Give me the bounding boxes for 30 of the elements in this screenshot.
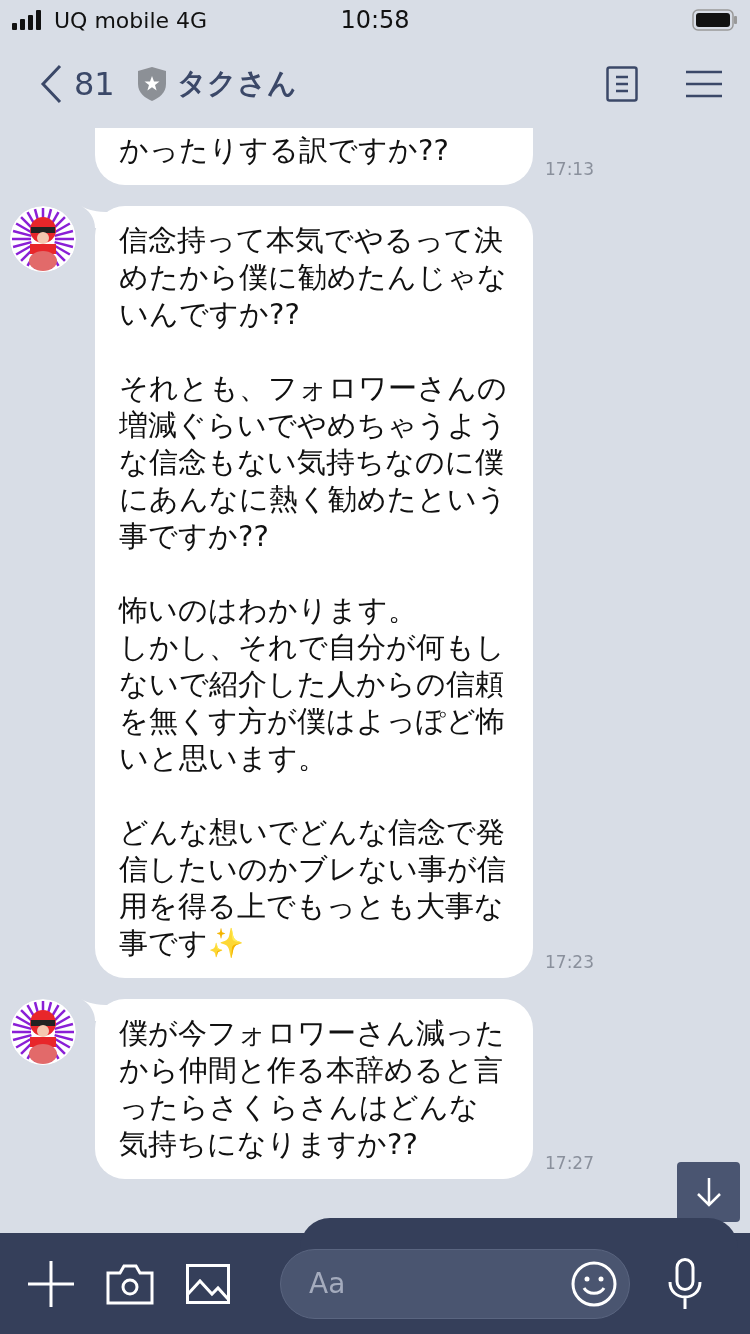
avatar[interactable] [10,999,76,1065]
message-time: 17:23 [545,952,594,972]
plus-icon[interactable] [28,1260,74,1307]
battery-icon [692,9,738,31]
message-text: 信念持って本気でやるって決めたから僕に勧めたんじゃないんですか?? [119,222,508,333]
message-field[interactable]: Aa [280,1248,630,1319]
unread-count: 81 [74,65,115,103]
menu-icon[interactable] [686,70,722,98]
message-text: どんな想いでどんな信念で発信したいのかブレない事が信用を得る上でもっとも大事な事です✨ [119,814,507,962]
message-text: 僕が今フォロワーさん減ったから仲間と作る本辞めると言ったらさくらさんはどんな気持ちになりますか?? [119,1015,506,1163]
message-time: 17:27 [545,1153,594,1173]
message-time: 17:13 [545,159,594,179]
clock: 10:58 [340,6,410,34]
avatar[interactable] [10,206,76,272]
message-input[interactable]: Aa [307,1266,571,1301]
message-text: しかし、それで自分が何もしないで紹介した人からの信頼を無くす方が僕はよっぽど怖いと思います。 [119,629,506,777]
camera-icon[interactable] [106,1262,154,1305]
carrier-label: UQ mobile 4G [54,7,208,33]
message-text: 怖いのはわかります。 [119,592,418,629]
message-text: かったりする訳ですか?? [119,132,450,169]
scroll-down-button[interactable] [677,1162,740,1222]
down-arrow-icon [695,1177,722,1207]
message-text: それとも、フォロワーさんの増減ぐらいでやめちゃうような信念もない気持ちなのに僕にあんなに熱く勧めたという事ですか?? [119,370,508,555]
chat-title: タクさん [176,65,297,102]
notes-icon[interactable] [606,66,638,102]
shield-star-icon [136,66,167,102]
back-icon[interactable] [40,64,62,104]
smiley-icon[interactable] [571,1260,617,1307]
microphone-icon[interactable] [668,1257,702,1310]
image-icon[interactable] [186,1263,230,1304]
